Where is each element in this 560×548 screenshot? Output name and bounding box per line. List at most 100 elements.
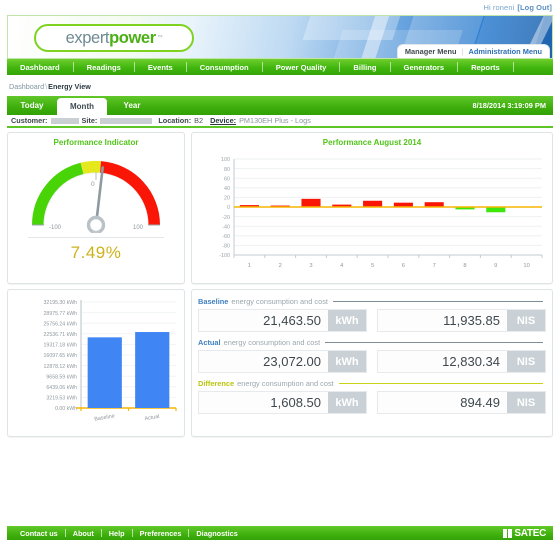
actual-label: Actual bbox=[198, 338, 221, 347]
gauge-zero-label: 0 bbox=[91, 181, 95, 188]
nav-item-generators[interactable]: Generators bbox=[391, 63, 458, 72]
breadcrumb-root[interactable]: Dashboard bbox=[9, 82, 44, 91]
logo-text-power: power bbox=[109, 28, 156, 47]
footer-link-help[interactable]: Help bbox=[102, 529, 132, 538]
satec-logo-text: SATEC bbox=[514, 527, 546, 539]
svg-text:12878.12 kWh: 12878.12 kWh bbox=[44, 364, 78, 370]
svg-text:1: 1 bbox=[248, 263, 251, 269]
footer-link-diagnostics[interactable]: Diagnostics bbox=[189, 529, 244, 538]
timestamp: 8/18/2014 3:19:09 PM bbox=[472, 101, 546, 110]
svg-text:-80: -80 bbox=[222, 244, 230, 250]
tab-today[interactable]: Today bbox=[7, 96, 57, 115]
actual-values-row: 23,072.00 kWh 12,830.34 NIS bbox=[198, 350, 546, 373]
expertpower-logo[interactable]: expert power ™ bbox=[34, 24, 194, 52]
baseline-group: Baseline energy consumption and cost 21,… bbox=[198, 297, 546, 332]
tab-year[interactable]: Year bbox=[107, 96, 157, 115]
nav-item-reports[interactable]: Reports bbox=[458, 63, 513, 72]
location-label: Location: bbox=[158, 116, 192, 125]
svg-text:7: 7 bbox=[433, 263, 436, 269]
difference-group: Difference energy consumption and cost 1… bbox=[198, 379, 546, 414]
difference-energy-value: 1,608.50 bbox=[270, 395, 321, 410]
actual-cost-unit: NIS bbox=[507, 351, 545, 372]
baseline-energy-box: 21,463.50 kWh bbox=[198, 309, 367, 332]
gauge-value: 7.49% bbox=[28, 237, 164, 263]
svg-text:100: 100 bbox=[221, 157, 230, 163]
manager-menu-link[interactable]: Manager Menu bbox=[405, 47, 457, 56]
expertpower-dashboard-page: Hi roneni [Log Out] expert power ™ Manager… bbox=[0, 0, 560, 548]
administration-menu-link[interactable]: Administration Menu bbox=[469, 47, 543, 56]
svg-text:Baseline: Baseline bbox=[94, 413, 115, 423]
gauge-zone-red bbox=[99, 161, 161, 226]
difference-cost-box: 894.49 NIS bbox=[377, 391, 546, 414]
actual-sublabel: energy consumption and cost bbox=[223, 338, 321, 347]
svg-text:60: 60 bbox=[224, 176, 230, 182]
menu-switcher: Manager Menu | Administration Menu bbox=[396, 44, 550, 58]
baseline-sublabel: energy consumption and cost bbox=[231, 297, 328, 306]
footer-link-preferences[interactable]: Preferences bbox=[133, 529, 189, 538]
svg-text:10: 10 bbox=[523, 263, 529, 269]
tab-month[interactable]: Month bbox=[57, 98, 107, 115]
nav-item-dashboard[interactable]: Dashboard bbox=[7, 63, 73, 72]
performance-bar-chart: 100 80 60 40 20 0 -20 -40 -60 -80 -100 1 2 3 4 5 6 7 8 9 10 bbox=[219, 157, 543, 269]
difference-cost-unit: NIS bbox=[507, 392, 545, 413]
device-value: PM130EH Plus - Logs bbox=[239, 116, 311, 125]
svg-text:28975.77 kWh: 28975.77 kWh bbox=[44, 311, 78, 317]
actual-rule bbox=[325, 342, 543, 343]
logout-link[interactable]: [Log Out] bbox=[517, 3, 552, 12]
baseline-label: Baseline bbox=[198, 297, 229, 306]
baseline-cost-box: 11,935.85 NIS bbox=[377, 309, 546, 332]
logo-text-expert: expert bbox=[65, 28, 110, 47]
main-navigation: Dashboard Readings Events Consumption Po… bbox=[7, 59, 553, 75]
dashboard-content: Performance Indicator -100 100 0 7.49% P… bbox=[7, 132, 553, 437]
footer-link-contact-us[interactable]: Contact us bbox=[13, 529, 65, 538]
gauge-svg: -100 100 0 bbox=[31, 160, 161, 233]
satec-logo: SATEC bbox=[503, 528, 546, 539]
baseline-actual-chart-panel: 32195.30 kWh 28975.77 kWh 25756.24 kWh 2253… bbox=[7, 289, 185, 437]
svg-text:16097.65 kWh: 16097.65 kWh bbox=[44, 353, 78, 359]
site-label: Site: bbox=[81, 116, 98, 125]
nav-item-billing[interactable]: Billing bbox=[340, 63, 389, 72]
breadcrumb-separator: \ bbox=[45, 82, 48, 91]
svg-text:22536.71 kWh: 22536.71 kWh bbox=[44, 332, 78, 338]
location-value: B2 bbox=[194, 116, 204, 125]
actual-header: Actual energy consumption and cost bbox=[198, 338, 546, 347]
actual-cost-value: 12,830.34 bbox=[442, 354, 500, 369]
actual-cost-box: 12,830.34 NIS bbox=[377, 350, 546, 373]
ba-x-axis-labels: Baseline Actual bbox=[80, 408, 177, 423]
menu-separator: | bbox=[461, 47, 464, 56]
svg-text:-40: -40 bbox=[222, 224, 230, 230]
svg-text:-20: -20 bbox=[222, 215, 230, 221]
baseline-header: Baseline energy consumption and cost bbox=[198, 297, 546, 306]
page-footer: Contact us About Help Preferences Diagno… bbox=[7, 526, 553, 540]
nav-item-readings[interactable]: Readings bbox=[74, 63, 134, 72]
footer-link-about[interactable]: About bbox=[66, 529, 101, 538]
svg-text:6439.06 kWh: 6439.06 kWh bbox=[46, 385, 77, 391]
difference-header: Difference energy consumption and cost bbox=[198, 379, 546, 388]
difference-rule bbox=[338, 383, 543, 384]
difference-energy-unit: kWh bbox=[328, 392, 366, 413]
baseline-cost-value: 11,935.85 bbox=[443, 313, 500, 328]
nav-item-consumption[interactable]: Consumption bbox=[187, 63, 262, 72]
device-label[interactable]: Device: bbox=[210, 116, 236, 125]
gauge-chart: -100 100 0 bbox=[21, 153, 171, 233]
period-tabs: Today Month Year 8/18/2014 3:19:09 PM bbox=[7, 96, 553, 115]
top-panel-row: Performance Indicator -100 100 0 7.49% P… bbox=[7, 132, 553, 284]
performance-bars bbox=[239, 198, 506, 213]
gauge-max-label: 100 bbox=[133, 225, 144, 231]
nav-item-power-quality[interactable]: Power Quality bbox=[263, 63, 340, 72]
baseline-energy-unit: kWh bbox=[328, 310, 366, 331]
actual-energy-box: 23,072.00 kWh bbox=[198, 350, 367, 373]
svg-text:32195.30 kWh: 32195.30 kWh bbox=[44, 300, 78, 306]
customer-label: Customer: bbox=[11, 116, 48, 125]
gauge-title: Performance Indicator bbox=[53, 138, 139, 147]
svg-text:19317.18 kWh: 19317.18 kWh bbox=[44, 343, 78, 349]
nav-item-events[interactable]: Events bbox=[135, 63, 186, 72]
svg-text:-100: -100 bbox=[219, 253, 230, 259]
actual-energy-value: 23,072.00 bbox=[263, 354, 321, 369]
customer-value-redacted bbox=[50, 117, 79, 124]
performance-x-axis-labels: 1 2 3 4 5 6 7 8 9 10 bbox=[233, 255, 543, 269]
bottom-panel-row: 32195.30 kWh 28975.77 kWh 25756.24 kWh 2253… bbox=[7, 289, 553, 437]
difference-values-row: 1,608.50 kWh 894.49 NIS bbox=[198, 391, 546, 414]
svg-text:6: 6 bbox=[402, 263, 405, 269]
svg-text:5: 5 bbox=[371, 263, 374, 269]
